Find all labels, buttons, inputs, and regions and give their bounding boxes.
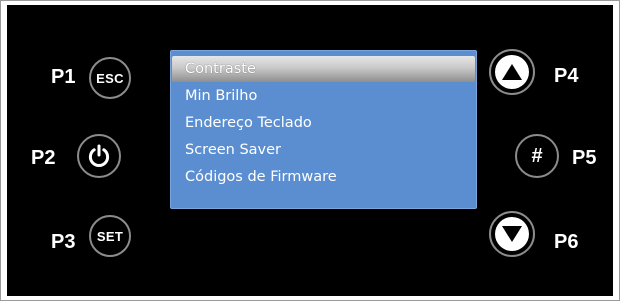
esc-button-label: ESC [96,70,124,86]
menu-item-min-brilho[interactable]: Min Brilho [172,83,475,109]
menu-item-endereco-teclado[interactable]: Endereço Teclado [172,110,475,136]
esc-button[interactable]: ESC [89,57,131,99]
up-button-face [495,55,529,89]
label-p2: P2 [31,147,56,169]
keypad-panel: P1 ESC P2 P3 SET Contraste Min Brilho En… [7,5,613,296]
down-button-face [495,217,529,251]
up-button[interactable] [489,49,535,95]
set-button[interactable]: SET [89,215,131,257]
set-button-label: SET [96,228,124,244]
menu-item-screen-saver[interactable]: Screen Saver [172,137,475,163]
label-p6: P6 [554,231,579,253]
down-button[interactable] [489,211,535,257]
label-p3: P3 [51,231,76,253]
menu-item-contraste[interactable]: Contraste [172,56,475,82]
label-p1: P1 [51,66,76,88]
hash-button-label: # [531,144,543,167]
power-button[interactable] [77,134,121,178]
label-p5: P5 [572,147,597,169]
lcd-screen: Contraste Min Brilho Endereço Teclado Sc… [170,50,477,209]
label-p4: P4 [554,65,579,87]
power-icon [88,144,110,168]
hash-button[interactable]: # [515,134,559,178]
triangle-up-icon [502,64,522,80]
menu-item-codigos-firmware[interactable]: Códigos de Firmware [172,164,475,190]
triangle-down-icon [502,226,522,242]
